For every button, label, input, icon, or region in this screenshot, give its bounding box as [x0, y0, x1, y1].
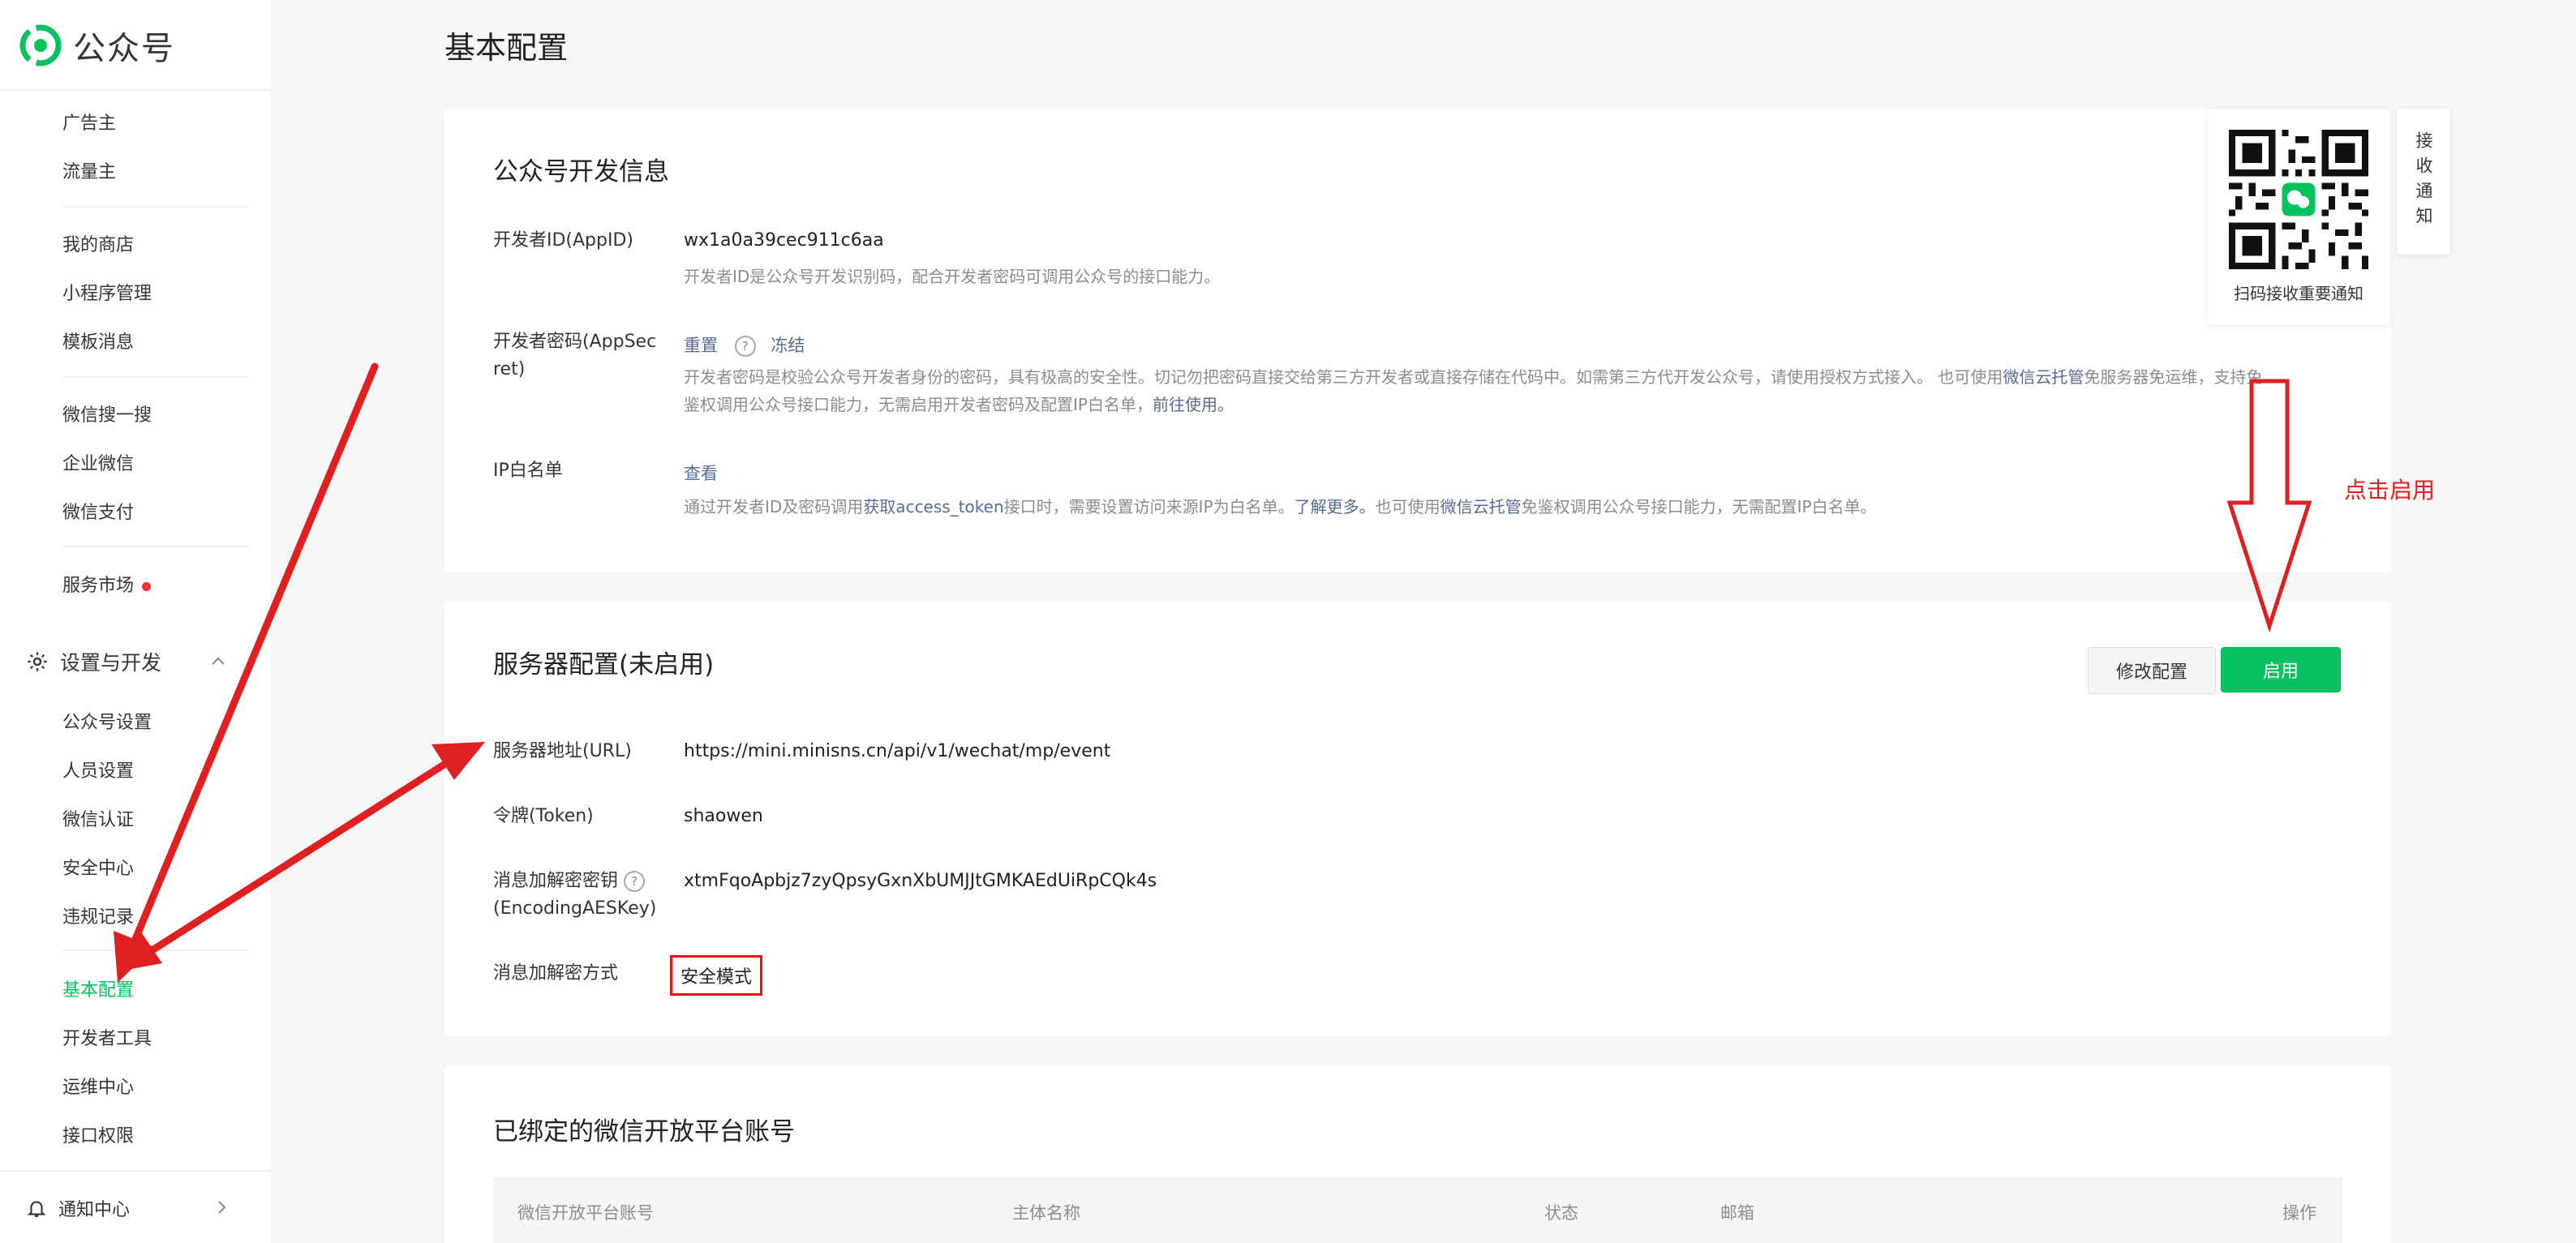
column-header: 状态	[1544, 1203, 1578, 1223]
cloud-hosting-link[interactable]: 微信云托管	[2003, 367, 2084, 387]
sidebar-item-security-center[interactable]: 安全中心	[62, 854, 134, 880]
sidebar-item-work-wechat[interactable]: 企业微信	[62, 449, 134, 475]
sidebar-item-api-permissions[interactable]: 接口权限	[62, 1121, 134, 1147]
qr-code[interactable]	[2229, 130, 2368, 269]
help-icon[interactable]: ?	[734, 336, 756, 357]
divider	[62, 206, 249, 208]
appid-description: 开发者ID是公众号开发识别码，配合开发者密码可调用公众号的接口能力。	[684, 267, 1221, 286]
sidebar-item-publisher[interactable]: 流量主	[62, 157, 116, 183]
aes-key-value: xtmFqoApbjz7zyQpsyGxnXbUMJJtGMKAEdUiRpCQ…	[684, 871, 1157, 891]
sidebar-item-wechat-pay[interactable]: 微信支付	[62, 498, 134, 524]
go-use-link[interactable]: 前往使用。	[1153, 395, 1234, 414]
receive-notify-tab[interactable]: 接收通知	[2397, 109, 2450, 255]
appid-value: wx1a0a39cec911c6aa	[684, 230, 884, 251]
token-label: 令牌(Token)	[493, 806, 594, 826]
help-icon[interactable]: ?	[624, 871, 646, 892]
url-label: 服务器地址(URL)	[493, 741, 632, 761]
divider	[62, 949, 249, 951]
desc-text: 免鉴权调用公众号接口能力，无需配置IP白名单。	[1521, 497, 1877, 516]
secret-description: 开发者密码是校验公众号开发者身份的密码，具有极高的安全性。切记勿把密码直接交给第…	[684, 363, 2346, 418]
bell-icon	[27, 1201, 46, 1217]
sidebar-item-advertiser[interactable]: 广告主	[62, 109, 116, 135]
section-title: 已绑定的微信开放平台账号	[493, 1117, 795, 1147]
sidebar-item-template-msg[interactable]: 模板消息	[62, 328, 134, 354]
ip-view-link[interactable]: 查看	[684, 461, 718, 485]
sidebar-item-staff-settings[interactable]: 人员设置	[62, 757, 134, 782]
desc-text: 接口时，需要设置访问来源IP为白名单。	[1003, 497, 1294, 516]
enable-button[interactable]: 启用	[2221, 647, 2341, 692]
sidebar-item-basic-config[interactable]: 基本配置	[62, 975, 134, 1001]
annotation-click-enable: 点击启用	[2344, 477, 2436, 504]
divider	[62, 376, 249, 378]
column-header: 主体名称	[1012, 1203, 1080, 1223]
cloud-hosting-link[interactable]: 微信云托管	[1440, 497, 1522, 516]
column-header: 微信开放平台账号	[517, 1203, 654, 1223]
freeze-link[interactable]: 冻结	[771, 336, 805, 355]
sidebar-item-violations[interactable]: 违规记录	[62, 902, 134, 928]
sidebar-item-my-store[interactable]: 我的商店	[62, 230, 134, 256]
logo[interactable]: 公众号	[19, 24, 175, 67]
sidebar-section-settings[interactable]: 设置与开发	[26, 647, 161, 676]
encrypt-mode-value: 安全模式	[670, 955, 762, 996]
column-header: 邮箱	[1720, 1203, 1754, 1223]
secret-label: 开发者密码(AppSec ret)	[493, 328, 656, 384]
sidebar: 公众号 广告主 流量主 我的商店 小程序管理 模板消息 微信搜一搜 企业微信 微…	[0, 0, 270, 1243]
wechat-mp-logo-icon	[19, 24, 62, 66]
sidebar-item-verification[interactable]: 微信认证	[62, 805, 134, 831]
section-title: 服务器配置(未启用)	[493, 650, 715, 679]
desc-text: 通过开发者ID及密码调用	[684, 497, 864, 516]
app-name: 公众号	[73, 30, 175, 67]
sidebar-item-service-market[interactable]: 服务市场	[62, 571, 152, 597]
sidebar-item-dev-tools[interactable]: 开发者工具	[62, 1024, 152, 1050]
secret-label-line2: ret)	[493, 359, 526, 379]
column-header: 操作	[2282, 1203, 2316, 1223]
sidebar-item-wechat-search[interactable]: 微信搜一搜	[62, 401, 152, 426]
table-header: 微信开放平台账号 主体名称 状态 邮箱 操作	[493, 1177, 2342, 1243]
desc-text: 开发者密码是校验公众号开发者身份的密码，具有极高的安全性。切记勿把密码直接交给第…	[684, 367, 2003, 387]
sidebar-item-label: 服务市场	[62, 576, 135, 596]
aes-key-label: 消息加解密密钥 ? (EncodingAESKey)	[493, 868, 656, 923]
ip-description: 通过开发者ID及密码调用获取access_token接口时，需要设置访问来源IP…	[684, 493, 2346, 521]
aes-label-line1: 消息加解密密钥	[493, 871, 619, 891]
sidebar-item-ops-center[interactable]: 运维中心	[62, 1073, 134, 1099]
section-title: 公众号开发信息	[493, 157, 669, 186]
divider	[0, 89, 270, 91]
url-value: https://mini.minisns.cn/api/v1/wechat/mp…	[684, 741, 1111, 761]
divider	[0, 1170, 270, 1172]
desc-text: 也可使用	[1375, 497, 1440, 516]
encrypt-mode-label: 消息加解密方式	[493, 963, 619, 984]
sidebar-section-label: 设置与开发	[60, 651, 162, 675]
reset-link[interactable]: 重置	[684, 336, 718, 355]
token-value: shaowen	[684, 806, 763, 826]
appid-label: 开发者ID(AppID)	[493, 230, 634, 251]
divider	[62, 546, 249, 547]
sidebar-item-account-settings[interactable]: 公众号设置	[62, 708, 152, 734]
receive-notify-label: 接收通知	[2414, 131, 2433, 232]
access-token-link[interactable]: 获取access_token	[863, 497, 1003, 516]
secret-actions: 重置 ? 冻结	[684, 332, 805, 357]
notification-dot	[142, 581, 152, 591]
dev-info-card: 公众号开发信息 开发者ID(AppID) wx1a0a39cec911c6aa …	[444, 109, 2391, 572]
modify-config-button[interactable]: 修改配置	[2088, 647, 2216, 694]
ip-whitelist-label: IP白名单	[493, 461, 563, 481]
learn-more-link[interactable]: 了解更多。	[1294, 497, 1376, 516]
qr-caption: 扫码接收重要通知	[2234, 284, 2363, 303]
sidebar-item-notify-center[interactable]: 通知中心	[26, 1195, 130, 1221]
page-title: 基本配置	[444, 30, 569, 66]
qr-notify-panel: 扫码接收重要通知	[2208, 109, 2389, 325]
desc-text: 鉴权调用公众号接口能力，无需启用开发者密码及配置IP白名单，	[684, 395, 1153, 414]
chevron-up-icon[interactable]	[209, 652, 227, 670]
aes-label-line2: (EncodingAESKey)	[493, 898, 657, 919]
gear-icon	[28, 652, 47, 671]
secret-label-line1: 开发者密码(AppSec	[493, 332, 657, 352]
chevron-right-icon[interactable]	[213, 1198, 230, 1216]
desc-text: 免服务器免运维，支持免	[2084, 367, 2263, 387]
sidebar-item-label: 通知中心	[58, 1200, 131, 1220]
sidebar-item-miniprogram[interactable]: 小程序管理	[62, 279, 152, 305]
